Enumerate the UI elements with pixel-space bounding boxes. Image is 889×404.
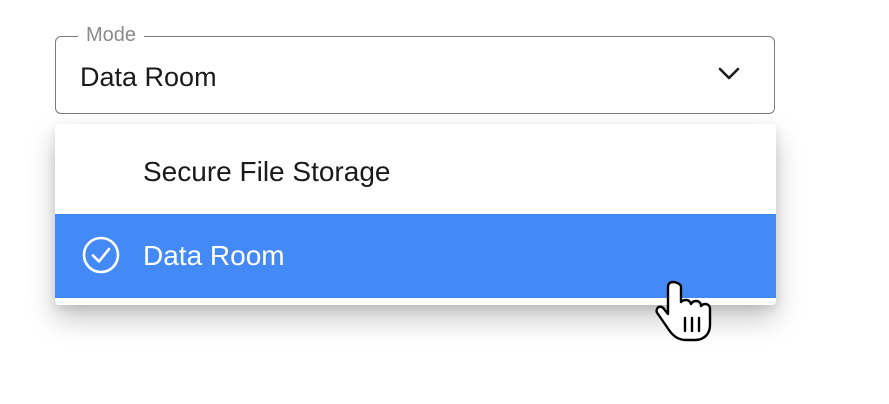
chevron-down-icon[interactable] [718, 67, 740, 81]
mode-label: Mode [78, 22, 145, 48]
check-circle-icon [82, 236, 120, 274]
menu-item-label: Data Room [143, 240, 285, 271]
mode-selected-value: Data Room [80, 62, 217, 92]
mode-select[interactable]: Mode Data Room [55, 22, 775, 114]
menu-item-secure-file-storage[interactable]: Secure File Storage [55, 130, 776, 214]
menu-item-label: Secure File Storage [143, 156, 391, 187]
hand-pointer-icon [655, 280, 712, 342]
